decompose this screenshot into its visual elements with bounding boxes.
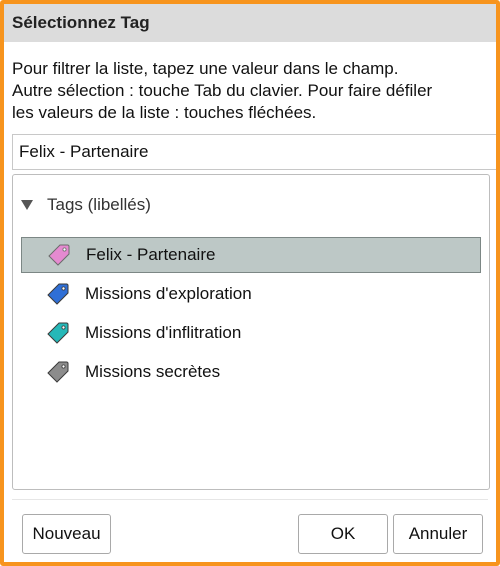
tag-icon xyxy=(48,244,70,266)
tree-root-label: Tags (libellés) xyxy=(47,195,151,214)
tree-item-label: Missions d'exploration xyxy=(85,284,252,303)
tree-item-label: Missions secrètes xyxy=(85,362,221,381)
tree-item-label: Felix - Partenaire xyxy=(86,245,216,264)
instruction-line: Autre sélection : touche Tab du clavier.… xyxy=(12,81,433,100)
tree-item-label: Missions d'inflitration xyxy=(85,323,242,342)
instructions-text: Pour filtrer la liste, tapez une valeur … xyxy=(12,58,482,124)
select-tag-dialog: Sélectionnez Tag Pour filtrer la liste, … xyxy=(0,0,500,566)
tag-icon xyxy=(47,322,69,344)
expand-arrow-icon[interactable] xyxy=(21,200,33,210)
tree-item-missions-secretes[interactable]: Missions secrètes xyxy=(21,354,481,390)
tag-tree[interactable]: Tags (libellés) Felix - Partenaire Missi… xyxy=(12,174,490,490)
tree-root-tags[interactable]: Tags (libellés) xyxy=(21,193,151,217)
filter-input[interactable] xyxy=(12,134,496,170)
new-button[interactable]: Nouveau xyxy=(22,514,111,554)
tag-icon xyxy=(47,283,69,305)
tree-item-missions-infiltration[interactable]: Missions d'inflitration xyxy=(21,315,481,351)
tree-item-felix-partenaire[interactable]: Felix - Partenaire xyxy=(21,237,481,273)
footer-divider xyxy=(12,499,488,500)
cancel-button[interactable]: Annuler xyxy=(393,514,483,554)
instruction-line: Pour filtrer la liste, tapez une valeur … xyxy=(12,59,399,78)
dialog-title: Sélectionnez Tag xyxy=(12,13,150,32)
title-bar: Sélectionnez Tag xyxy=(4,4,496,42)
instruction-line: les valeurs de la liste : touches fléché… xyxy=(12,103,317,122)
tree-item-missions-exploration[interactable]: Missions d'exploration xyxy=(21,276,481,312)
tag-icon xyxy=(47,361,69,383)
ok-button[interactable]: OK xyxy=(298,514,388,554)
